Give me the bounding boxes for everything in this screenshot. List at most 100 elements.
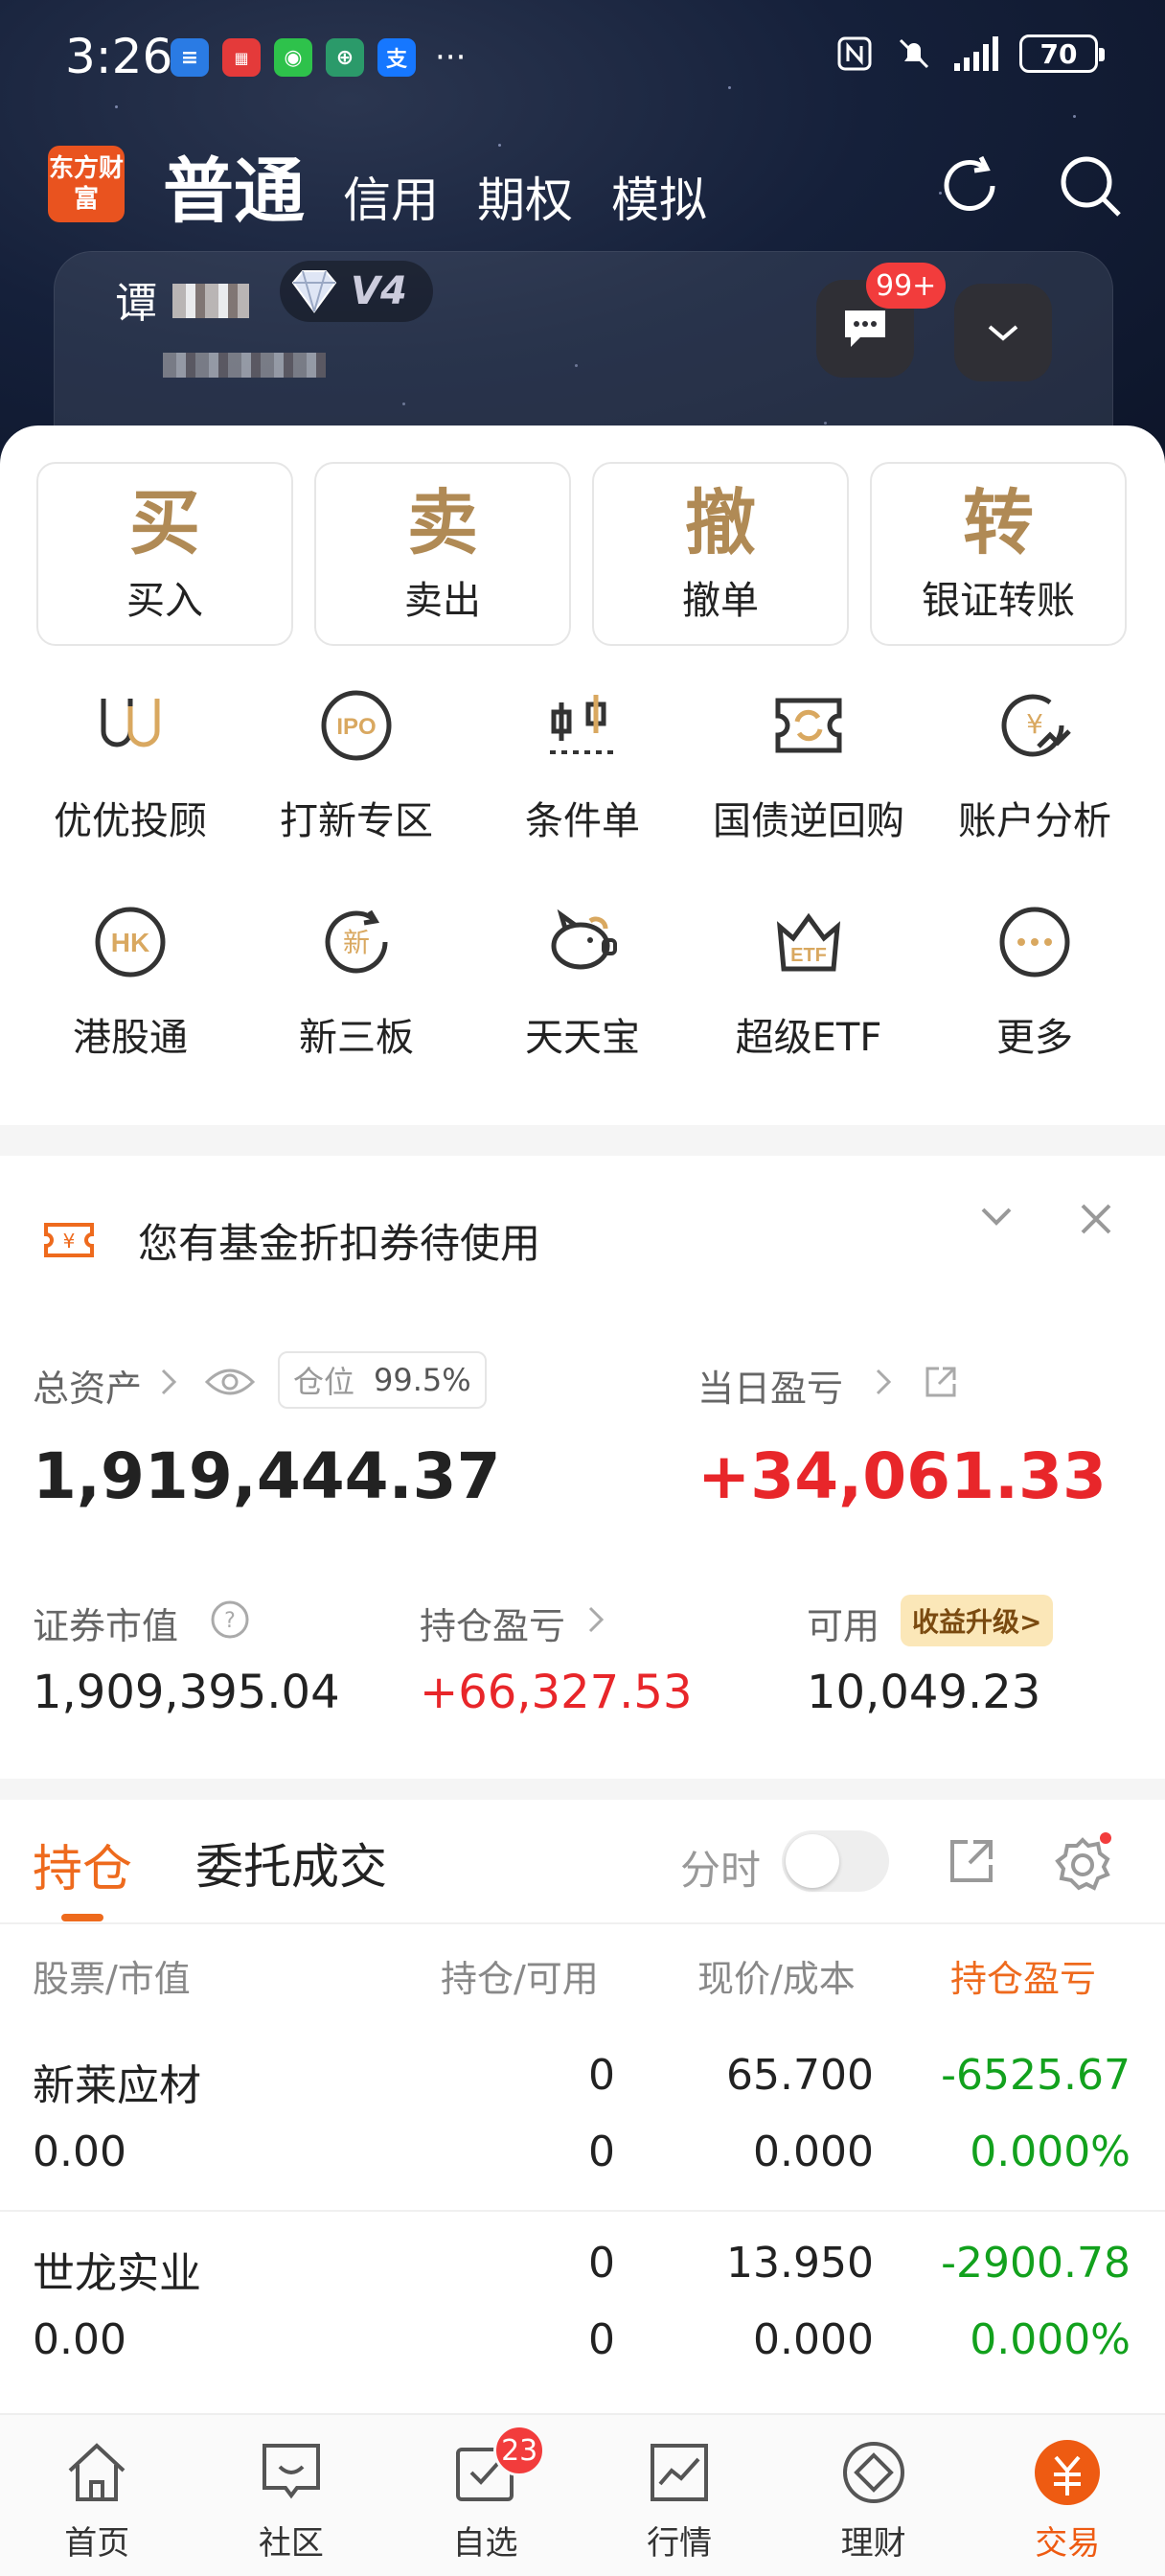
nav-market[interactable]: 行情 [582, 2415, 777, 2576]
position-value: 99.5% [374, 1362, 471, 1398]
sell-label: 卖出 [404, 579, 481, 623]
hk-connect-icon: HK [95, 907, 166, 978]
feature-label: 超级ETF [735, 1016, 882, 1060]
wealth-icon [842, 2442, 904, 2503]
nav-label: 行情 [647, 2524, 713, 2563]
buy-glyph: 买 [129, 482, 200, 564]
position-label: 仓位 [293, 1364, 355, 1400]
stock-pnl-percent: 0.000% [970, 2315, 1131, 2364]
stock-cost: 0.000 [753, 2128, 874, 2176]
app-notification-icon: ≡ [171, 38, 209, 77]
feature-hk-connect[interactable]: HK 港股通 [17, 899, 243, 1062]
nav-trade[interactable]: 交易 [971, 2415, 1165, 2576]
stock-pnl: -2900.78 [941, 2239, 1131, 2288]
search-icon[interactable] [1054, 150, 1127, 222]
svg-text:IPO: IPO [336, 714, 376, 740]
stock-cost: 0.000 [753, 2315, 874, 2364]
nav-watchlist[interactable]: 23 自选 [388, 2415, 582, 2576]
bank-transfer-glyph: 转 [963, 482, 1034, 564]
column-header-stock: 股票/市值 [33, 1958, 191, 2000]
eye-icon[interactable] [203, 1365, 257, 1399]
trade-icon [1035, 2440, 1101, 2505]
close-icon[interactable] [1077, 1200, 1115, 1238]
chevron-down-icon[interactable] [977, 1202, 1016, 1230]
chevron-right-icon [876, 1368, 892, 1395]
feature-ipo[interactable]: IPO 打新专区 [243, 682, 469, 845]
column-header-pnl[interactable]: 持仓盈亏 [950, 1949, 1096, 2002]
cancel-order-label: 撤单 [682, 579, 759, 623]
coupon-text: 您有基金折扣券待使用 [138, 1220, 541, 1267]
tab-underline [61, 1914, 103, 1921]
tab-credit-account[interactable]: 信用 [343, 162, 439, 237]
stock-price: 65.700 [726, 2051, 874, 2100]
feature-new-third-board[interactable]: 新 新三板 [243, 899, 469, 1062]
share-icon[interactable] [922, 1363, 960, 1401]
tab-holdings[interactable]: 持仓 [33, 1828, 132, 1900]
svg-text:?: ? [224, 1609, 236, 1633]
gear-icon[interactable] [1052, 1832, 1113, 1894]
stock-price: 13.950 [726, 2239, 874, 2288]
alipay-icon: 支 [377, 38, 416, 77]
nav-community[interactable]: 社区 [194, 2415, 389, 2576]
intraday-label: 分时 [680, 1847, 762, 1894]
nav-label: 交易 [1035, 2524, 1101, 2563]
bank-transfer-label: 银证转账 [922, 579, 1075, 623]
column-header-position: 持仓/可用 [441, 1958, 599, 2000]
tab-simulated-account[interactable]: 模拟 [611, 162, 707, 237]
account-type-tabs: 普通 信用 期权 模拟 [163, 134, 707, 237]
bank-transfer-button[interactable]: 转 银证转账 [870, 462, 1127, 646]
cancel-order-button[interactable]: 撤 撤单 [592, 462, 849, 646]
new-third-board-icon: 新 [325, 909, 388, 974]
feature-uu-advisor[interactable]: 优优投顾 [17, 682, 243, 845]
column-header-price: 现价/成本 [697, 1958, 856, 2000]
share-icon[interactable] [945, 1834, 998, 1888]
feature-condition-order[interactable]: 条件单 [469, 682, 696, 845]
buy-label: 买入 [126, 579, 203, 623]
feature-bond-repo[interactable]: 国债逆回购 [696, 682, 922, 845]
feature-label: 优优投顾 [54, 799, 207, 843]
total-assets-label[interactable]: 总资产 [33, 1359, 142, 1412]
sell-button[interactable]: 卖 卖出 [314, 462, 571, 646]
buy-button[interactable]: 买 买入 [36, 462, 293, 646]
tab-orders-trades[interactable]: 委托成交 [195, 1828, 387, 1898]
condition-order-icon [550, 695, 615, 754]
svg-text:¥: ¥ [1026, 708, 1043, 740]
earnings-upgrade-tag[interactable]: 收益升级> [901, 1595, 1054, 1646]
account-switch-button[interactable] [954, 284, 1052, 381]
mute-bell-icon [899, 38, 929, 69]
intraday-toggle[interactable] [782, 1830, 889, 1892]
stock-available: 0 [588, 2315, 615, 2364]
feature-piggy-bank[interactable]: 天天宝 [469, 899, 696, 1062]
tab-normal-account[interactable]: 普通 [163, 134, 305, 237]
feature-more[interactable]: 更多 [922, 899, 1148, 1062]
stock-pnl-percent: 0.000% [970, 2128, 1131, 2176]
help-icon[interactable]: ? [209, 1598, 251, 1641]
app-logo[interactable]: 东方财富 [48, 146, 125, 222]
status-bar: 3:26 ≡ ▦ ◉ ⊕ 支 ··· 70 [0, 0, 1165, 115]
signal-icon [954, 36, 998, 71]
nav-wealth[interactable]: 理财 [776, 2415, 971, 2576]
watchlist-badge: 23 [493, 2425, 546, 2476]
nav-label: 自选 [452, 2524, 518, 2563]
bank-app-icon: ⊕ [326, 38, 364, 77]
coupon-ticket-icon: ¥ [44, 1223, 94, 1257]
feature-label: 账户分析 [958, 799, 1111, 843]
daily-pnl-label[interactable]: 当日盈亏 [697, 1359, 843, 1412]
feature-account-analysis[interactable]: ¥ 账户分析 [922, 682, 1148, 845]
available-value: 10,049.23 [807, 1666, 1041, 1719]
feature-label: 天天宝 [525, 1016, 640, 1060]
home-icon [68, 2443, 126, 2501]
holding-pnl-label[interactable]: 持仓盈亏 [420, 1597, 565, 1649]
refresh-icon[interactable] [933, 150, 1006, 222]
bottom-navigation: 首页 社区 23 自选 行情 理财 交易 [0, 2413, 1165, 2576]
trade-actions: 买 买入 卖 卖出 撤 撤单 转 银证转账 [36, 462, 1127, 646]
more-icon [999, 907, 1070, 978]
account-analysis-icon: ¥ [1001, 694, 1071, 757]
nav-home[interactable]: 首页 [0, 2415, 194, 2576]
feature-super-etf[interactable]: ETF 超级ETF [696, 899, 922, 1062]
nav-label: 社区 [258, 2524, 324, 2563]
chevron-right-icon [588, 1606, 605, 1633]
feature-label: 更多 [996, 1016, 1073, 1060]
vip-level-badge: V4 [280, 261, 433, 322]
tab-options-account[interactable]: 期权 [477, 162, 573, 237]
